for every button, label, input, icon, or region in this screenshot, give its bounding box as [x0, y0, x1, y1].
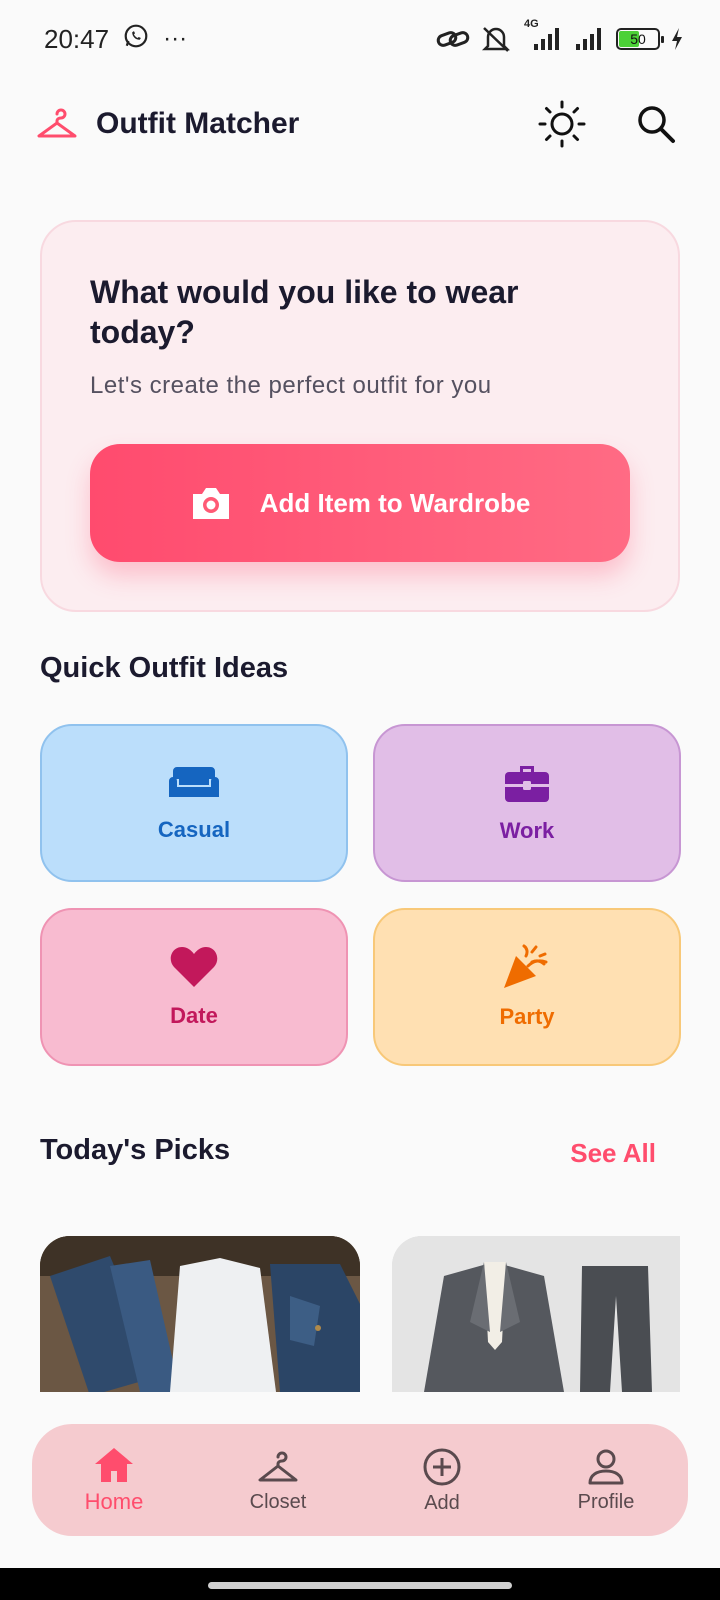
pick-card-work-outfit[interactable] [392, 1236, 680, 1392]
todays-picks-title: Today's Picks [40, 1134, 231, 1166]
status-bar: 20:47 ··· 4G 50 [0, 0, 720, 78]
idea-casual-label: Casual [157, 817, 231, 842]
heart-icon [170, 947, 218, 987]
theme-toggle-button[interactable] [534, 96, 590, 152]
home-icon [95, 1448, 133, 1482]
nav-profile-label: Profile [577, 1490, 635, 1513]
hero-card: What would you like to wear today? Let's… [40, 220, 680, 612]
nav-closet[interactable]: Closet [208, 1447, 348, 1514]
app-bar: Outfit Matcher [0, 84, 720, 164]
nav-closet-label: Closet [249, 1490, 307, 1513]
pick-card-casual-outfit[interactable] [40, 1236, 360, 1392]
sofa-icon [169, 767, 219, 797]
status-more: ··· [163, 25, 188, 52]
charging-icon [670, 27, 684, 51]
nav-add[interactable]: Add [372, 1446, 512, 1515]
search-button[interactable] [628, 96, 684, 152]
hero-subtitle: Let's create the perfect outfit for you [90, 372, 492, 399]
idea-casual-card[interactable]: Casual [40, 724, 348, 882]
network-type: 4G [524, 18, 539, 30]
gesture-handle[interactable] [208, 1582, 512, 1589]
see-all-link[interactable]: See All [570, 1138, 656, 1169]
nav-profile[interactable]: Profile [536, 1447, 676, 1514]
cell-signal-icon: 4G [522, 18, 562, 52]
status-time: 20:47 [44, 23, 110, 54]
hanger-logo-icon [36, 103, 78, 145]
idea-party-card[interactable]: Party [373, 908, 681, 1066]
quick-ideas-title: Quick Outfit Ideas [40, 652, 289, 684]
battery-icon: 50 [616, 28, 664, 50]
system-gesture-bar [0, 1568, 720, 1600]
status-right: 4G 50 [436, 18, 684, 54]
add-circle-icon [423, 1448, 461, 1485]
sun-icon [538, 100, 586, 148]
battery-level: 50 [630, 31, 646, 47]
camera-icon [192, 488, 229, 519]
search-icon [638, 106, 675, 143]
idea-party-label: Party [499, 1004, 555, 1029]
work-outfit-image [392, 1236, 680, 1392]
nav-home[interactable]: Home [44, 1445, 184, 1515]
person-icon [588, 1449, 624, 1484]
party-popper-icon [504, 944, 548, 988]
nav-home-label: Home [84, 1489, 144, 1514]
idea-work-card[interactable]: Work [373, 724, 681, 882]
bottom-nav: Home Closet Add Profile [32, 1424, 688, 1536]
nav-add-label: Add [424, 1491, 460, 1514]
idea-date-label: Date [170, 1003, 218, 1028]
whatsapp-icon [123, 23, 149, 56]
cell-signal-2-icon [572, 26, 606, 52]
mute-icon [480, 24, 512, 54]
hero-heading: What would you like to wear today? [90, 274, 519, 350]
casual-outfit-image [40, 1236, 360, 1392]
idea-date-card[interactable]: Date [40, 908, 348, 1066]
idea-work-label: Work [499, 818, 555, 843]
app-title: Outfit Matcher [96, 107, 300, 140]
add-item-button[interactable]: Add Item to Wardrobe [90, 444, 630, 562]
briefcase-icon [505, 766, 549, 802]
link-icon [436, 27, 470, 51]
hanger-icon [258, 1451, 298, 1481]
status-left: 20:47 ··· [44, 23, 187, 56]
add-item-button-label: Add Item to Wardrobe [259, 487, 531, 518]
